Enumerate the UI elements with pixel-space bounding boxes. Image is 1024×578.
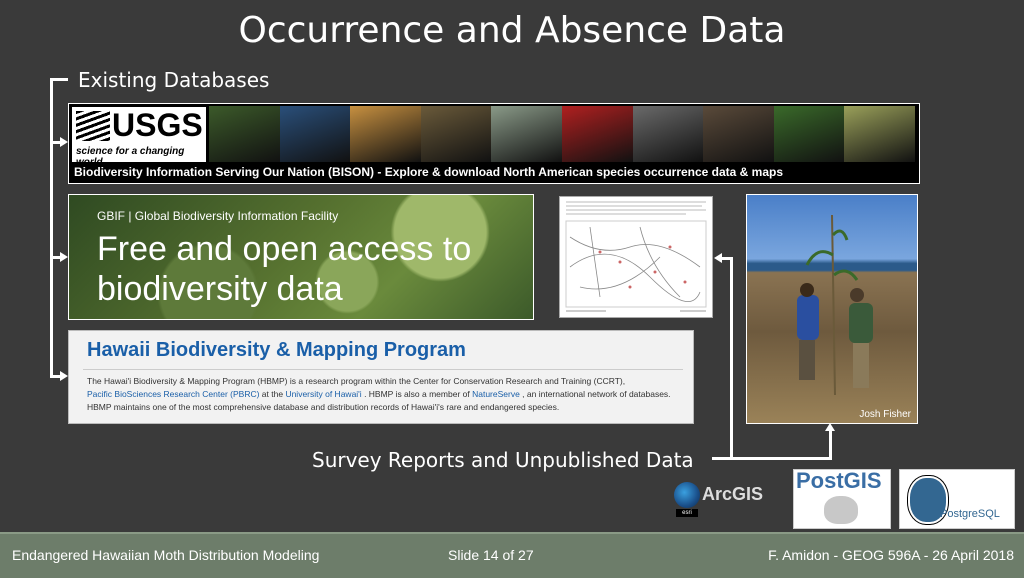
species-photo-tile [279,106,351,162]
arcgis-text: ArcGIS [702,484,764,504]
hbmp-panel: Hawaii Biodiversity & Mapping Program Th… [68,330,694,424]
pbrc-link[interactable]: Pacific BioSciences Research Center (PBR… [87,389,259,399]
usgs-logo: USGS science for a changing world [72,107,206,168]
footer-project-title: Endangered Hawaiian Moth Distribution Mo… [12,547,320,563]
postgresql-logo: PostgreSQL [899,469,1015,529]
gbif-headline: Free and open access to biodiversity dat… [97,230,472,308]
species-photo-tile [844,106,915,162]
bison-caption: Biodiversity Information Serving Our Nat… [74,165,784,179]
postgis-elephant-icon [824,496,858,524]
slide-footer: Endangered Hawaiian Moth Distribution Mo… [0,532,1024,578]
esri-label: esri [676,509,698,517]
postgis-logo: PostGIS [793,468,891,529]
gbif-header: GBIF | Global Biodiversity Information F… [97,209,339,223]
university-hawaii-link[interactable]: University of Hawai'i [285,389,361,399]
connector-photo-vertical [829,430,832,460]
field-survey-photo: Josh Fisher [746,194,918,424]
hbmp-heading: Hawaii Biodiversity & Mapping Program [87,339,466,361]
footer-author-date: F. Amidon - GEOG 596A - 26 April 2018 [768,547,1014,563]
existing-databases-label: Existing Databases [78,68,270,92]
species-photo-tile [561,106,633,162]
hbmp-body-text: at the [259,389,286,399]
usgs-bison-banner: USGS science for a changing world Biodiv… [68,103,920,184]
field-photo-graphic [797,214,873,396]
hbmp-description: The Hawai'i Biodiversity & Mapping Progr… [87,375,677,414]
arcgis-logo: esri ArcGIS [672,480,772,520]
photo-credit: Josh Fisher [859,409,911,420]
species-photo-strip [209,106,915,162]
survey-reports-label: Survey Reports and Unpublished Data [312,448,694,472]
species-photo-tile [773,106,845,162]
survey-report-thumbnail [559,196,713,318]
usgs-wave-icon [76,111,110,141]
arrow-gbif-icon [60,252,68,262]
esri-globe-icon [674,482,700,508]
arrow-hbmp-icon [60,371,68,381]
arrow-usgs-icon [60,137,68,147]
hbmp-body-text: The Hawai'i Biodiversity & Mapping Progr… [87,376,626,386]
species-photo-tile [350,106,421,162]
gbif-banner: GBIF | Global Biodiversity Information F… [68,194,534,320]
report-map-graphic [565,201,707,312]
species-photo-tile [420,106,492,162]
species-photo-tile [632,106,704,162]
footer-slide-number: Slide 14 of 27 [448,547,534,563]
species-photo-tile [491,106,562,162]
postgresql-text: PostgreSQL [940,508,1000,520]
natureserve-link[interactable]: NatureServe [472,389,520,399]
hbmp-body-text: . HBMP is also a member of [361,389,473,399]
usgs-logo-word: USGS [112,107,203,143]
bracket-line-vertical [50,78,53,378]
arrow-photo-icon [825,423,835,431]
connector-report-horizontal [722,257,733,260]
connector-report-vertical [730,257,733,459]
arrow-report-icon [714,253,722,263]
species-photo-tile [209,106,280,162]
slide-title: Occurrence and Absence Data [238,10,786,51]
hbmp-divider [83,369,683,370]
postgis-text: PostGIS [796,468,882,493]
species-photo-tile [703,106,774,162]
